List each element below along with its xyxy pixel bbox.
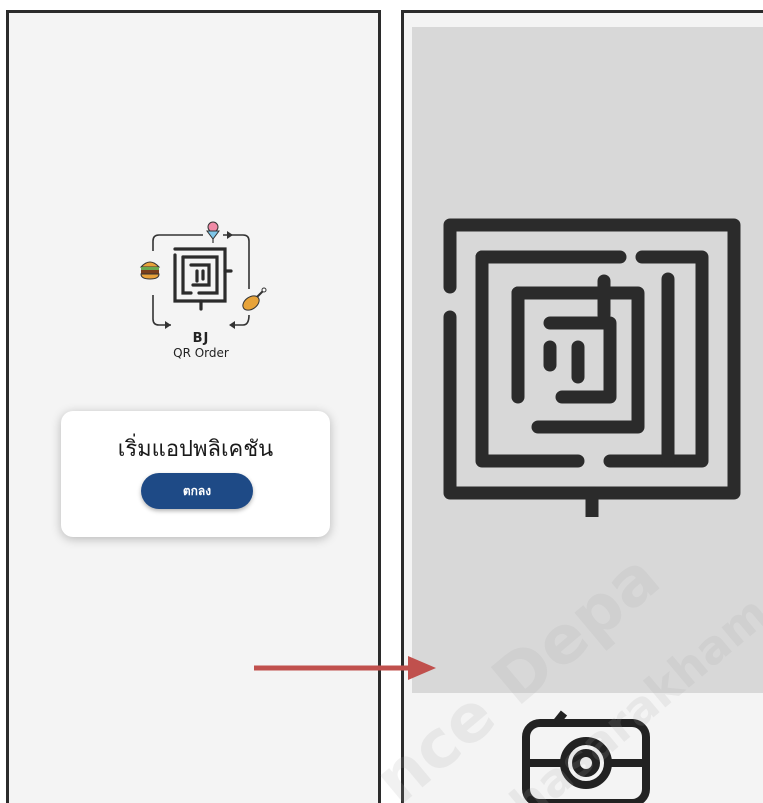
maze-icon — [173, 247, 233, 311]
phone-screen-scan — [401, 10, 763, 803]
maze-icon — [443, 218, 741, 517]
dialog-title: เริ่มแอปพลิเคชัน — [117, 437, 274, 462]
logo-graphic — [139, 221, 267, 329]
annotation-arrow — [254, 656, 436, 680]
camera-icon — [522, 710, 650, 803]
logo-subtitle-text: QR Order — [173, 346, 229, 360]
camera-capture-button[interactable] — [518, 709, 654, 803]
start-app-dialog: เริ่มแอปพลิเคชัน ตกลง — [61, 411, 330, 537]
ice-cream-icon — [206, 221, 220, 243]
chicken-leg-icon — [242, 287, 267, 311]
logo-brand-text: BJ — [192, 331, 210, 346]
bj-qr-order-logo: BJ QR Order — [131, 215, 271, 375]
qr-scan-area[interactable] — [412, 27, 763, 693]
burger-icon — [139, 261, 161, 280]
ok-button[interactable]: ตกลง — [141, 473, 253, 509]
